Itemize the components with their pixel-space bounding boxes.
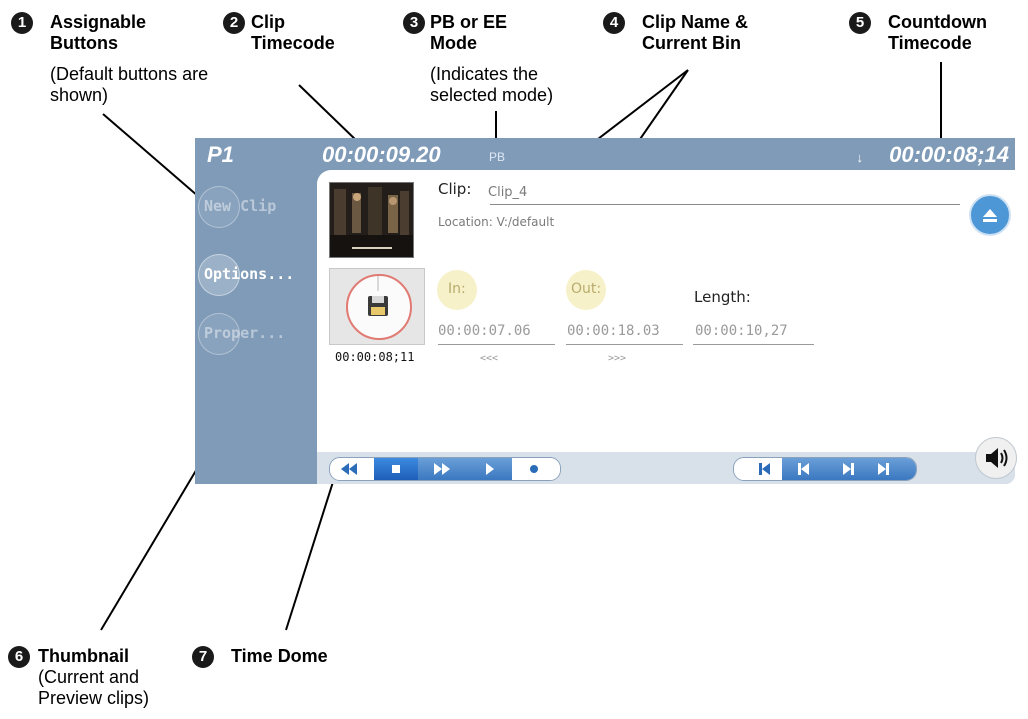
- stop-button[interactable]: [374, 458, 419, 480]
- clip-content-area: Clip: Clip_4 Location: V:/default 00:00:…: [317, 170, 1015, 452]
- go-to-end-button[interactable]: [870, 458, 916, 480]
- callout-number: 1: [11, 12, 33, 34]
- callout-title: Thumbnail: [38, 646, 129, 666]
- button-label: Proper...: [204, 324, 286, 342]
- out-step-arrows[interactable]: >>>: [608, 353, 626, 364]
- save-icon: [368, 276, 388, 316]
- callout-number: 6: [8, 646, 30, 668]
- step-forward-button[interactable]: [826, 458, 871, 480]
- step-forward-icon: [843, 463, 854, 475]
- play-button[interactable]: [466, 458, 513, 480]
- callout-title: Clip Name & Current Bin: [642, 12, 749, 53]
- clip-name-field[interactable]: Clip_4: [488, 185, 527, 200]
- length-label: Length:: [694, 288, 751, 306]
- player-panel: P1 00:00:09.20 PB ↓ 00:00:08;14 New Clip…: [195, 138, 1017, 484]
- step-back-button[interactable]: [782, 458, 827, 480]
- callout-note: (Indicates the selected mode): [430, 64, 554, 105]
- in-step-arrows[interactable]: <<<: [480, 353, 498, 364]
- callout-number: 2: [223, 12, 245, 34]
- out-timecode[interactable]: 00:00:18.03: [567, 323, 660, 339]
- step-back-icon: [798, 463, 809, 475]
- callout-number: 4: [603, 12, 625, 34]
- properties-button[interactable]: Proper...: [198, 313, 314, 355]
- callout-number: 5: [849, 12, 871, 34]
- rewind-button[interactable]: [330, 458, 375, 480]
- eject-button[interactable]: [969, 194, 1011, 236]
- record-button[interactable]: [512, 458, 560, 480]
- play-icon: [486, 463, 494, 475]
- in-timecode[interactable]: 00:00:07.06: [438, 323, 531, 339]
- callout-number: 3: [403, 12, 425, 34]
- line-clip-timecode: [298, 84, 359, 143]
- location-text: Location: V:/default: [438, 215, 555, 229]
- out-underline: [566, 344, 683, 345]
- fast-forward-button[interactable]: [418, 458, 467, 480]
- stop-icon: [392, 465, 400, 473]
- callout-title: Countdown Timecode: [888, 12, 987, 53]
- button-label: Options...: [204, 265, 295, 283]
- button-label: New Clip: [204, 197, 277, 215]
- new-clip-button[interactable]: New Clip: [198, 186, 314, 228]
- thumbnail-image: [330, 183, 413, 257]
- time-dome-timecode: 00:00:08;11: [335, 350, 415, 364]
- time-dome[interactable]: [329, 268, 425, 345]
- callout-number: 7: [192, 646, 214, 668]
- top-bar: P1 00:00:09.20 PB ↓ 00:00:08;14: [195, 138, 1015, 170]
- countdown-arrow-icon: ↓: [856, 150, 864, 165]
- go-to-end-icon: [878, 463, 889, 475]
- speaker-icon: [986, 448, 1008, 468]
- transport-group-right: [733, 457, 917, 481]
- clip-name-underline: [490, 204, 960, 205]
- length-timecode[interactable]: 00:00:10,27: [695, 323, 788, 339]
- callout-title: Assignable Buttons: [50, 12, 147, 53]
- callout-title: Clip Timecode: [251, 12, 335, 53]
- clip-thumbnail[interactable]: [329, 182, 414, 258]
- options-button[interactable]: Options...: [198, 254, 314, 296]
- transport-bar: [317, 452, 1015, 484]
- callout-note: (Current and Preview clips): [38, 667, 150, 708]
- eject-icon: [983, 209, 997, 222]
- record-icon: [530, 465, 538, 473]
- length-underline: [693, 344, 814, 345]
- clip-label: Clip:: [438, 180, 472, 198]
- callout-title: PB or EE Mode: [430, 12, 508, 53]
- in-underline: [438, 344, 555, 345]
- line-assignable-buttons: [102, 113, 207, 204]
- transport-group-left: [329, 457, 561, 481]
- channel-label: P1: [207, 142, 234, 167]
- go-to-start-button[interactable]: [734, 458, 783, 480]
- in-label: In:: [448, 281, 466, 297]
- fast-forward-icon: [434, 463, 450, 475]
- clip-timecode: 00:00:09.20: [322, 142, 441, 167]
- audio-button[interactable]: [975, 437, 1017, 479]
- mode-indicator: PB: [489, 150, 506, 164]
- out-label: Out:: [571, 281, 602, 297]
- callout-title: Time Dome: [231, 646, 328, 666]
- callout-note: (Default buttons are shown): [50, 64, 209, 105]
- rewind-icon: [341, 463, 357, 475]
- countdown-timecode: 00:00:08;14: [889, 142, 1009, 167]
- go-to-start-icon: [759, 463, 770, 475]
